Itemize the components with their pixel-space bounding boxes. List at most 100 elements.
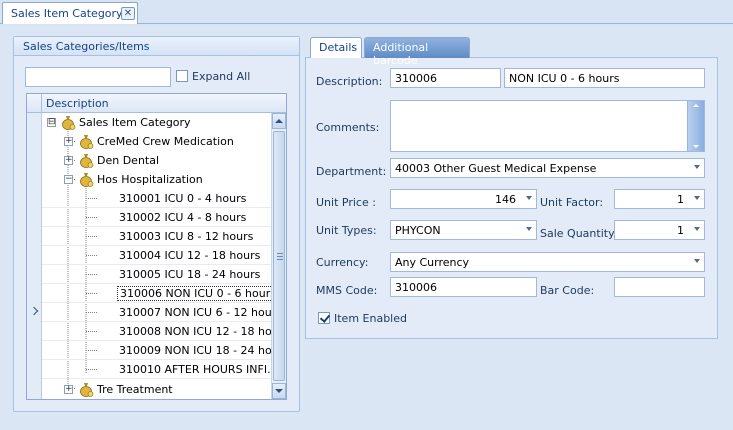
item-enabled-checkbox[interactable] bbox=[318, 312, 330, 324]
item-enabled-label: Item Enabled bbox=[334, 312, 407, 325]
sale-quantity-spin[interactable]: 1 bbox=[614, 220, 705, 240]
currency-label: Currency: bbox=[316, 256, 369, 269]
tab-details[interactable]: Details bbox=[310, 37, 362, 58]
node-label: Sales Item Category bbox=[79, 116, 191, 129]
money-bag-icon bbox=[80, 173, 94, 187]
tree-row-item[interactable]: 310001 ICU 0 - 4 hours bbox=[42, 189, 271, 208]
department-select[interactable]: 40003 Other Guest Medical Expense bbox=[390, 158, 705, 178]
row-indicator-column bbox=[27, 113, 42, 399]
currency-select[interactable]: Any Currency bbox=[390, 252, 705, 272]
node-label: 310010 AFTER HOURS INFI... bbox=[119, 363, 278, 376]
tree-row-category[interactable]: + CreMed Crew Medication bbox=[42, 132, 271, 151]
group-title: Sales Categories/Items bbox=[23, 40, 150, 53]
comments-scrollbar[interactable] bbox=[687, 101, 704, 151]
tree-vertical-scrollbar[interactable] bbox=[271, 113, 286, 399]
money-bag-icon bbox=[80, 154, 94, 168]
collapse-toggle-icon[interactable]: − bbox=[64, 175, 73, 184]
tab-additional-barcode[interactable]: Additional barcode bbox=[364, 37, 470, 67]
mms-code-label: MMS Code: bbox=[316, 284, 378, 297]
node-label: Tre Treatment bbox=[97, 383, 173, 396]
node-label: 310007 NON ICU 6 - 12 hours bbox=[119, 306, 282, 319]
grip-line bbox=[277, 256, 283, 257]
category-tree-grid[interactable]: Description ⊟ Sales Item Category + CreM… bbox=[26, 93, 287, 400]
unit-types-select[interactable]: PHYCON bbox=[390, 220, 537, 240]
node-label: 310005 ICU 18 - 24 hours bbox=[119, 268, 261, 281]
close-icon[interactable]: ✕ bbox=[121, 7, 135, 20]
node-label: 310003 ICU 8 - 12 hours bbox=[119, 230, 254, 243]
money-bag-icon bbox=[80, 383, 94, 397]
tree-row-item[interactable]: 310007 NON ICU 6 - 12 hours bbox=[42, 303, 282, 322]
comments-field[interactable] bbox=[390, 100, 705, 152]
expand-all-label: Expand All bbox=[192, 70, 251, 83]
tab-sales-item-category[interactable]: Sales Item Category ✕ bbox=[2, 2, 138, 24]
bar-code-label: Bar Code: bbox=[540, 284, 595, 297]
tree-row-item[interactable]: 310003 ICU 8 - 12 hours bbox=[42, 227, 271, 246]
tree-row-root[interactable]: ⊟ Sales Item Category bbox=[42, 113, 271, 132]
chevron-down-icon bbox=[694, 227, 700, 231]
tree-row-category[interactable]: + Den Dental bbox=[42, 151, 271, 170]
unit-types-label: Unit Types: bbox=[316, 224, 377, 237]
column-header-description[interactable]: Description bbox=[46, 97, 109, 110]
node-label: 310008 NON ICU 12 - 18 ho... bbox=[119, 325, 283, 338]
unit-price-spin[interactable]: 146 bbox=[390, 189, 537, 209]
chevron-down-icon bbox=[694, 196, 700, 200]
tree-row-category[interactable]: + Tre Treatment bbox=[42, 380, 271, 399]
scroll-thumb[interactable] bbox=[273, 131, 285, 381]
description-text-field[interactable]: NON ICU 0 - 6 hours bbox=[504, 68, 705, 88]
comments-scroll-arrows-icon bbox=[693, 104, 699, 148]
tree-row-item-selected[interactable]: 310006 NON ICU 0 - 6 hours bbox=[42, 284, 279, 303]
grid-header: Description bbox=[27, 94, 286, 113]
money-bag-icon bbox=[62, 116, 76, 130]
current-row-arrow-icon bbox=[29, 306, 39, 316]
sale-quantity-label: Sale Quantity: bbox=[540, 227, 618, 240]
expand-toggle-icon[interactable]: + bbox=[64, 385, 73, 394]
chevron-down-icon bbox=[275, 389, 283, 393]
tree-row-item[interactable]: 310002 ICU 4 - 8 hours bbox=[42, 208, 271, 227]
expand-all-checkbox[interactable] bbox=[176, 70, 188, 82]
search-input[interactable] bbox=[25, 67, 171, 87]
chevron-down-icon bbox=[694, 259, 700, 263]
node-label: 310009 NON ICU 18 - 24 ho... bbox=[119, 344, 283, 357]
scroll-down-button[interactable] bbox=[272, 383, 286, 399]
expand-toggle-icon[interactable]: + bbox=[64, 137, 73, 146]
tree-row-category[interactable]: − Hos Hospitalization bbox=[42, 170, 271, 189]
node-label: CreMed Crew Medication bbox=[97, 135, 234, 148]
mms-code-field[interactable]: 310006 bbox=[390, 277, 537, 297]
group-header: Sales Categories/Items bbox=[14, 37, 299, 56]
tree-row-item[interactable]: 310005 ICU 18 - 24 hours bbox=[42, 265, 271, 284]
document-tab-strip: Sales Item Category ✕ bbox=[0, 0, 733, 24]
node-label: 310001 ICU 0 - 4 hours bbox=[119, 192, 247, 205]
description-label: Description: bbox=[316, 75, 383, 88]
bar-code-field[interactable] bbox=[614, 277, 705, 297]
tree-row-item[interactable]: 310010 AFTER HOURS INFI... bbox=[42, 360, 278, 379]
scroll-up-button[interactable] bbox=[272, 113, 286, 129]
grid-header-indicator bbox=[27, 94, 42, 113]
unit-types-value: PHYCON bbox=[395, 224, 441, 237]
sale-quantity-value: 1 bbox=[677, 224, 684, 237]
currency-value: Any Currency bbox=[395, 256, 470, 269]
comments-label: Comments: bbox=[316, 121, 380, 134]
expand-toggle-icon[interactable]: + bbox=[64, 156, 73, 165]
tree-row-item[interactable]: 310004 ICU 12 - 18 hours bbox=[42, 246, 271, 265]
tab-title: Sales Item Category bbox=[11, 7, 123, 20]
department-label: Department: bbox=[316, 165, 387, 178]
unit-factor-value: 1 bbox=[677, 193, 684, 206]
unit-price-label: Unit Price : bbox=[316, 196, 376, 209]
node-label: 310006 NON ICU 0 - 6 hours bbox=[117, 286, 279, 301]
description-code-field[interactable]: 310006 bbox=[390, 68, 501, 88]
grip-line bbox=[277, 253, 283, 254]
node-label: 310002 ICU 4 - 8 hours bbox=[119, 211, 247, 224]
department-value: 40003 Other Guest Medical Expense bbox=[395, 162, 597, 175]
chevron-down-icon bbox=[526, 196, 532, 200]
node-label: Hos Hospitalization bbox=[97, 173, 203, 186]
tree-row-item[interactable]: 310008 NON ICU 12 - 18 ho... bbox=[42, 322, 282, 341]
unit-factor-label: Unit Factor: bbox=[540, 196, 604, 209]
money-bag-icon bbox=[80, 135, 94, 149]
unit-price-value: 146 bbox=[495, 193, 516, 206]
chevron-down-icon bbox=[694, 165, 700, 169]
chevron-up-icon bbox=[275, 119, 283, 123]
node-label: 310004 ICU 12 - 18 hours bbox=[119, 249, 261, 262]
tree-row-item[interactable]: 310009 NON ICU 18 - 24 ho... bbox=[42, 341, 282, 360]
unit-factor-spin[interactable]: 1 bbox=[614, 189, 705, 209]
collapse-toggle-icon[interactable]: ⊟ bbox=[47, 118, 56, 127]
